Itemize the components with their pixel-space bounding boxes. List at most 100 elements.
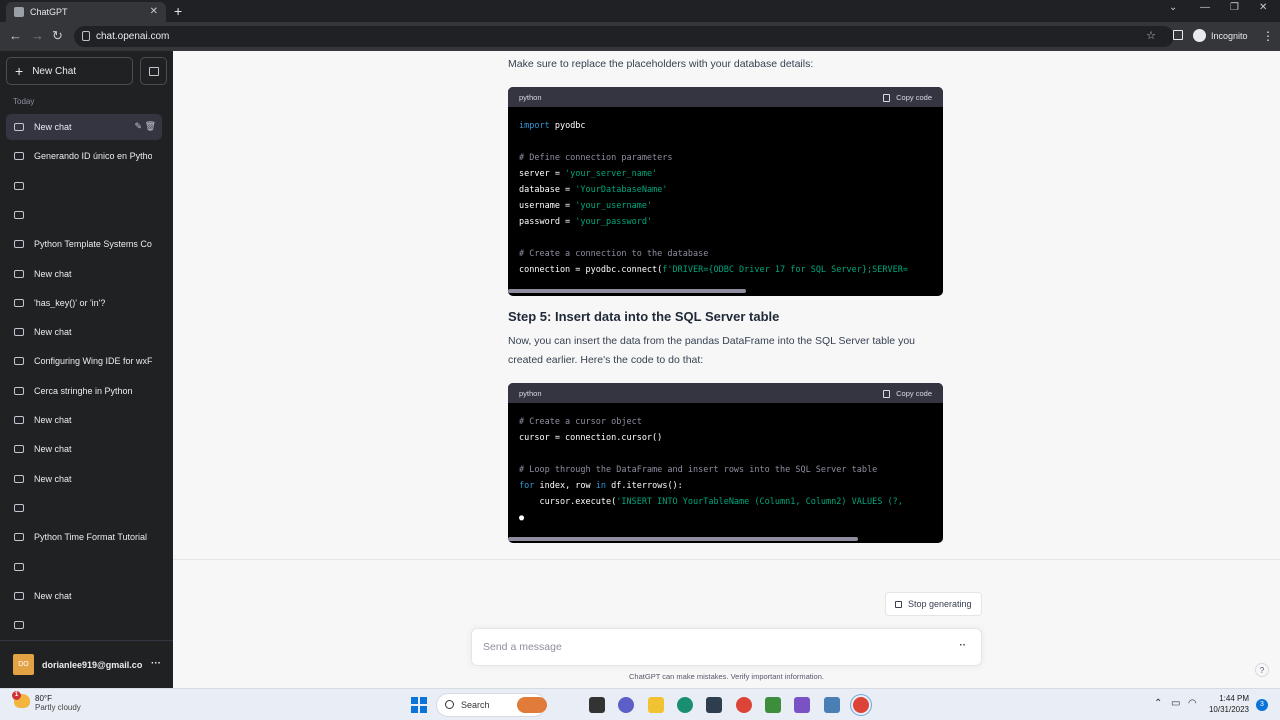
wifi-icon[interactable]: ◠ (1188, 698, 1197, 709)
sidebar-chat-item[interactable] (6, 554, 162, 580)
code-block-2: python Copy code # Create a cursor objec… (508, 383, 943, 543)
app-icon[interactable] (794, 697, 810, 713)
sidebar-chat-item[interactable]: New chat (6, 407, 162, 433)
code-token: 'INSERT INTO YourTableName (Column1, Col… (616, 497, 903, 507)
help-button[interactable]: ? (1255, 663, 1269, 677)
sidebar-chat-item[interactable] (6, 495, 162, 521)
sidebar-chat-label: Python Time Format Tutorial (34, 532, 148, 543)
browser-menu-icon[interactable]: ⋮ (1262, 29, 1274, 43)
chat-bubble-icon (14, 123, 24, 131)
edge-icon[interactable] (677, 697, 693, 713)
side-panel-icon[interactable] (1173, 30, 1183, 40)
sidebar-chat-item[interactable] (6, 612, 162, 638)
sidebar-chat-item[interactable]: New chat (6, 436, 162, 462)
step-text: Now, you can insert the data from the pa… (508, 335, 915, 366)
copy-code-button[interactable]: Copy code (883, 389, 932, 398)
code-token: ● (519, 513, 525, 523)
weather-condition: Partly cloudy (35, 703, 81, 712)
horizontal-scrollbar[interactable] (508, 537, 858, 541)
incognito-icon (1193, 29, 1206, 42)
user-menu[interactable]: DO dorianlee919@gmail.co ··· (0, 640, 173, 688)
more-icon[interactable]: ··· (151, 658, 161, 669)
chat-app-icon[interactable] (618, 697, 634, 713)
code-content: import pyodbc # Define connection parame… (508, 107, 943, 289)
copy-code-button[interactable]: Copy code (883, 93, 932, 102)
chat-bubble-icon (14, 181, 24, 190)
code-token: in (595, 481, 607, 491)
sidebar-chat-item[interactable]: New chat (6, 319, 162, 345)
reload-icon[interactable]: ↻ (52, 28, 63, 44)
sidebar-chat-label: 'has_key()' or 'in'? (34, 297, 106, 308)
bookmark-star-icon[interactable]: ☆ (1146, 29, 1156, 42)
incognito-indicator[interactable]: Incognito (1193, 29, 1248, 42)
browser-tab[interactable]: ChatGPT ✕ (6, 2, 166, 22)
chat-bubble-icon (14, 328, 24, 337)
chat-bubble-icon (14, 210, 24, 219)
minimize-icon[interactable]: — (1200, 2, 1210, 13)
horizontal-scrollbar[interactable] (508, 289, 746, 293)
file-explorer-icon[interactable] (648, 697, 664, 713)
back-icon[interactable]: ← (9, 28, 22, 43)
browser-toolbar: ← → ↻ chat.openai.com ☆ Incognito ⋮ (0, 22, 1280, 51)
new-chat-button[interactable]: + New Chat (6, 57, 133, 85)
task-view-icon[interactable] (589, 697, 605, 713)
network-icon[interactable]: ▭ (1171, 698, 1180, 709)
edit-delete-icons[interactable]: ✎ 🗑 (135, 121, 156, 132)
sidebar-chat-item[interactable]: New chat (6, 466, 162, 492)
toggle-sidebar-button[interactable] (140, 57, 167, 85)
message-input[interactable]: Send a message ·· (471, 628, 982, 666)
notification-badge[interactable]: 3 (1256, 699, 1268, 711)
start-icon[interactable] (411, 697, 427, 713)
windows-taskbar: 1 80°F Partly cloudy Search ⌃ ▭ ◠ 1:44 P… (0, 688, 1280, 720)
sidebar-chat-item[interactable]: Configuring Wing IDE for wxF (6, 348, 162, 374)
stop-generating-button[interactable]: Stop generating (885, 592, 982, 616)
tray-chevron-icon[interactable]: ⌃ (1154, 698, 1162, 709)
tab-title: ChatGPT (30, 7, 68, 17)
sidebar-chat-item[interactable] (6, 173, 162, 199)
copy-code-label: Copy code (896, 93, 932, 102)
sidebar-chat-item[interactable]: 'has_key()' or 'in'? (6, 290, 162, 316)
search-highlight-icon (517, 697, 547, 713)
chrome-icon[interactable] (736, 697, 752, 713)
sidebar-chat-item[interactable]: Python Time Format Tutorial (6, 524, 162, 550)
chat-bubble-icon (14, 474, 24, 483)
sidebar-chat-item[interactable]: Cerca stringhe in Python (6, 378, 162, 404)
sidebar-chat-item[interactable]: New chat (6, 583, 162, 609)
search-label: Search (461, 700, 490, 710)
sidebar-chat-item[interactable]: New chat (6, 261, 162, 287)
tab-search-icon[interactable]: ⌄ (1169, 2, 1177, 13)
address-bar[interactable]: chat.openai.com ☆ (74, 26, 1174, 47)
window-close-icon[interactable]: ✕ (1259, 2, 1267, 13)
chat-bubble-icon (14, 298, 24, 307)
main-content: Make sure to replace the placeholders wi… (173, 51, 1280, 688)
sidebar-chat-item[interactable]: Python Template Systems Co (6, 231, 162, 257)
code-token: # Define connection parameters (519, 153, 673, 163)
app-icon[interactable] (765, 697, 781, 713)
section-label-today: Today (13, 97, 35, 106)
weather-widget[interactable]: 1 80°F Partly cloudy (12, 691, 81, 712)
clock[interactable]: 1:44 PM 10/31/2023 (1205, 693, 1249, 715)
sidebar-chat-item[interactable] (6, 202, 162, 228)
taskbar-search[interactable]: Search (436, 693, 547, 717)
forward-icon[interactable]: → (31, 28, 44, 43)
search-icon (445, 700, 454, 709)
code-token: 'your_server_name' (565, 169, 658, 179)
sidebar-chat-label: Python Template Systems Co (34, 239, 152, 250)
code-lang: python (519, 92, 542, 102)
code-token: pyodbc (549, 121, 586, 131)
sidebar-chat-label: Generando ID único en Pytho (34, 151, 152, 162)
close-tab-icon[interactable]: ✕ (150, 6, 158, 17)
store-icon[interactable] (706, 697, 722, 713)
app-icon[interactable] (824, 697, 840, 713)
divider (173, 559, 1280, 560)
chrome-active-icon[interactable] (853, 697, 869, 713)
disclaimer: ChatGPT can make mistakes. Verify import… (629, 672, 824, 681)
sidebar-chat-item[interactable]: Generando ID único en Pytho (6, 143, 162, 169)
code-token: cursor = connection.cursor() (519, 433, 663, 443)
sidebar-chat-item[interactable]: New chat ✎ 🗑 (6, 114, 162, 140)
restore-icon[interactable]: ❐ (1230, 2, 1239, 13)
new-tab-icon[interactable]: + (174, 3, 182, 19)
sidebar-chat-label: Cerca stringhe in Python (34, 385, 133, 396)
sidebar-chat-label: New chat (34, 473, 72, 484)
chat-bubble-icon (14, 416, 24, 424)
